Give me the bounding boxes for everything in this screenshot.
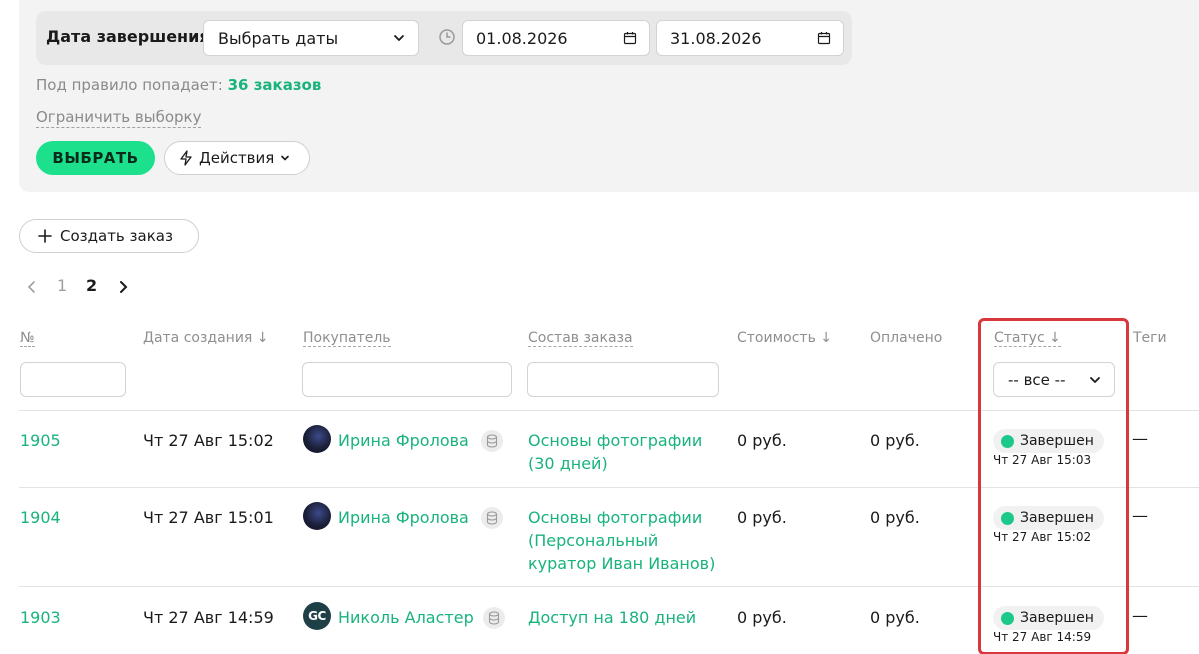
buyer-avatar	[303, 502, 331, 530]
order-paid: 0 руб.	[870, 508, 920, 527]
database-icon[interactable]	[481, 507, 503, 529]
buyer-name-link[interactable]: Ирина Фролова	[338, 431, 469, 450]
status-column-highlight	[978, 318, 1129, 654]
number-filter-input[interactable]	[20, 362, 126, 397]
database-icon[interactable]	[481, 430, 503, 452]
buyer-avatar: GC	[303, 602, 331, 630]
order-contents-link[interactable]: Доступ на 180 дней	[528, 608, 696, 627]
column-header-created[interactable]: Дата создания ↓	[143, 330, 269, 346]
order-cost: 0 руб.	[737, 608, 787, 627]
order-number-link[interactable]: 1904	[20, 508, 61, 527]
calendar-icon[interactable]	[817, 31, 831, 45]
rule-match-count-link[interactable]: 36 заказов	[228, 76, 322, 94]
plus-icon	[38, 229, 52, 243]
column-header-cost[interactable]: Стоимость ↓	[737, 330, 832, 346]
calendar-icon[interactable]	[623, 31, 637, 45]
chevron-down-icon	[281, 155, 290, 161]
pagination-page-2-current[interactable]: 2	[86, 276, 97, 295]
lightning-icon	[180, 150, 192, 166]
buyer-name-link[interactable]: Ирина Фролова	[338, 508, 469, 527]
actions-button-label: Действия	[199, 149, 275, 167]
order-created: Чт 27 Авг 15:02	[143, 431, 274, 450]
order-created: Чт 27 Авг 15:01	[143, 508, 274, 527]
date-filter-label: Дата завершения	[46, 27, 210, 46]
contents-filter-input[interactable]	[527, 362, 719, 397]
order-tags: —	[1132, 429, 1148, 448]
order-tags: —	[1132, 606, 1148, 625]
date-from-value: 01.08.2026	[476, 28, 568, 48]
buyer-avatar	[303, 425, 331, 453]
create-order-label: Создать заказ	[60, 227, 173, 245]
order-paid: 0 руб.	[870, 431, 920, 450]
pagination-next-icon[interactable]	[117, 280, 129, 294]
column-header-contents[interactable]: Состав заказа	[528, 330, 633, 347]
order-paid: 0 руб.	[870, 608, 920, 627]
limit-selection-link[interactable]: Ограничить выборку	[36, 107, 202, 128]
order-contents-link[interactable]: Основы фотографии (Персональный куратор …	[528, 506, 728, 575]
order-contents-link[interactable]: Основы фотографии (30 дней)	[528, 429, 718, 475]
rule-match-text: Под правило попадает: 36 заказов	[36, 76, 321, 94]
create-order-button[interactable]: Создать заказ	[19, 219, 199, 253]
column-header-paid: Оплачено	[870, 330, 943, 346]
clock-icon	[439, 29, 455, 45]
order-tags: —	[1132, 506, 1148, 525]
date-mode-select[interactable]: Выбрать даты	[203, 20, 419, 56]
date-from-input[interactable]: 01.08.2026	[462, 20, 650, 56]
date-mode-value: Выбрать даты	[218, 28, 339, 48]
order-cost: 0 руб.	[737, 431, 787, 450]
date-to-input[interactable]: 31.08.2026	[656, 20, 844, 56]
buyer-filter-input[interactable]	[302, 362, 512, 397]
order-number-link[interactable]: 1903	[20, 608, 61, 627]
column-header-number[interactable]: №	[20, 330, 35, 347]
column-header-buyer[interactable]: Покупатель	[303, 330, 391, 347]
pagination-prev-icon[interactable]	[26, 280, 38, 294]
select-button[interactable]: ВЫБРАТЬ	[36, 141, 155, 175]
order-cost: 0 руб.	[737, 508, 787, 527]
buyer-name-link[interactable]: Николь Аластер	[338, 608, 474, 627]
order-number-link[interactable]: 1905	[20, 431, 61, 450]
chevron-down-icon	[394, 35, 404, 41]
column-header-tags: Теги	[1133, 330, 1167, 346]
rule-match-prefix: Под правило попадает:	[36, 76, 223, 94]
actions-button[interactable]: Действия	[164, 141, 310, 175]
pagination-page-1[interactable]: 1	[57, 276, 67, 295]
date-to-value: 31.08.2026	[670, 28, 762, 48]
database-icon[interactable]	[483, 607, 505, 629]
order-created: Чт 27 Авг 14:59	[143, 608, 274, 627]
